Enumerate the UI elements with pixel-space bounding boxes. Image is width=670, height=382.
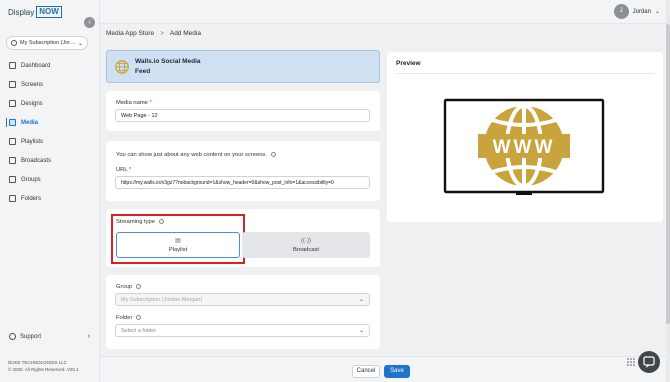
save-button[interactable]: Save (384, 365, 410, 378)
streaming-option-label: Broadcast (292, 246, 320, 253)
folder-select[interactable]: Select a folder ⌄ (115, 324, 370, 337)
app-title-line2: Feed (135, 67, 151, 75)
chevron-down-icon: ⌄ (654, 9, 660, 15)
breadcrumb-separator: > (160, 30, 164, 37)
chevron-down-icon: ⌄ (77, 40, 83, 47)
info-icon (270, 152, 276, 157)
url-card (106, 141, 380, 201)
group-select-value: My Subscription (Jordan Morgan) (121, 296, 203, 303)
top-bar: J Jordan ⌄ (100, 0, 670, 24)
broadcast-icon (9, 157, 16, 164)
support-menu[interactable]: Support › (0, 330, 100, 343)
subscription-label: My Subscription (Jor… (20, 40, 76, 46)
sidebar-item-label: Designs (21, 100, 43, 107)
cancel-button[interactable]: Cancel (352, 365, 380, 378)
preview-divider (396, 73, 654, 74)
group-folder-card (106, 275, 380, 349)
support-icon (9, 333, 16, 340)
chevron-down-icon: ⌄ (358, 297, 364, 303)
breadcrumb-media-app-store[interactable]: Media App Store (106, 30, 154, 37)
media-name-label: Media name * (116, 100, 152, 106)
preview-display: WWW (443, 98, 605, 195)
sidebar-item-groups[interactable]: Groups (0, 170, 100, 189)
chat-icon (643, 356, 655, 368)
chevron-right-icon: › (87, 333, 90, 340)
sidebar-item-media[interactable]: Media (0, 113, 100, 132)
folder-select-placeholder: Select a folder (121, 327, 157, 334)
app-title-line1: Walls.io Social Media (135, 57, 201, 65)
streaming-option-label: Playlist (168, 247, 188, 253)
media-icon (9, 119, 16, 126)
app-header-card: Walls.io Social Media Feed (106, 50, 380, 83)
breadcrumb: Media App Store > Add Media (106, 30, 201, 37)
support-label: Support (20, 333, 42, 340)
subscription-icon (11, 40, 17, 46)
sidebar-item-designs[interactable]: Designs (0, 94, 100, 113)
sidebar-item-broadcasts[interactable]: Broadcasts (0, 151, 100, 170)
sidebar-item-label: Groups (21, 176, 41, 183)
user-name: Jordan (632, 8, 651, 15)
design-icon (9, 100, 16, 107)
scrollbar-thumb[interactable] (666, 24, 670, 324)
breadcrumb-current: Add Media (169, 30, 201, 37)
brand-logo[interactable]: Display NOW (8, 6, 62, 18)
folder-label: Folder (116, 315, 142, 321)
streaming-option-broadcast[interactable]: ((·)) Broadcast (242, 232, 370, 258)
info-icon (158, 219, 164, 224)
web-content-info: You can show just about any web content … (116, 152, 276, 158)
sidebar-item-playlists[interactable]: Playlists (0, 132, 100, 151)
sidebar-item-label: Screens (21, 81, 44, 88)
sidebar-item-label: Folders (21, 195, 42, 202)
chat-button[interactable] (638, 351, 660, 373)
sidebar-item-label: Dashboard (21, 62, 51, 69)
group-select[interactable]: My Subscription (Jordan Morgan) ⌄ (115, 293, 370, 306)
dashboard-icon (9, 62, 16, 69)
media-name-input[interactable]: Web Page - 12 (115, 109, 370, 122)
chevron-down-icon: ⌄ (358, 328, 364, 334)
playlist-icon: ▤ (175, 238, 181, 244)
sidebar-item-label: Playlists (21, 138, 44, 145)
info-icon (135, 284, 141, 289)
url-label: URL * (116, 167, 132, 173)
screen-icon (9, 81, 16, 88)
footer-copyright: © 2025. All Rights Reserved. V25.1 (8, 367, 79, 372)
www-text: WWW (493, 137, 556, 158)
collapse-sidebar-button[interactable]: ‹ (84, 17, 95, 28)
preview-title: Preview (396, 60, 421, 67)
user-menu[interactable]: J Jordan ⌄ (613, 4, 660, 19)
group-label: Group (116, 284, 141, 290)
brand-highlight: NOW (36, 6, 62, 18)
sidebar-item-label: Broadcasts (21, 157, 52, 164)
sidebar-item-label: Media (21, 119, 39, 126)
playlist-icon (9, 138, 16, 145)
broadcast-icon: ((·)) (301, 237, 311, 244)
info-icon (136, 315, 142, 320)
url-input[interactable]: https://my.walls.io/n3gz7?nobackground=1… (115, 176, 370, 189)
sidebar-item-dashboard[interactable]: Dashboard (0, 56, 100, 75)
sidebar-item-folders[interactable]: Folders (0, 189, 100, 208)
groups-icon (9, 176, 16, 183)
brand-name: Display (8, 7, 35, 17)
folder-icon (9, 195, 16, 202)
sidebar-item-screens[interactable]: Screens (0, 75, 100, 94)
streaming-option-playlist[interactable]: ▤ Playlist (116, 232, 240, 258)
footer-company: DUKE TECHNOLOGIES LLC (8, 360, 67, 365)
globe-icon (115, 59, 129, 74)
avatar: J (613, 4, 629, 19)
subscription-select[interactable]: My Subscription (Jor… ⌄ (6, 36, 88, 50)
sidebar-nav: Dashboard Screens Designs Media Playlist… (0, 56, 100, 208)
grid-icon[interactable] (627, 358, 635, 366)
streaming-type-label: Streaming type (116, 219, 164, 225)
